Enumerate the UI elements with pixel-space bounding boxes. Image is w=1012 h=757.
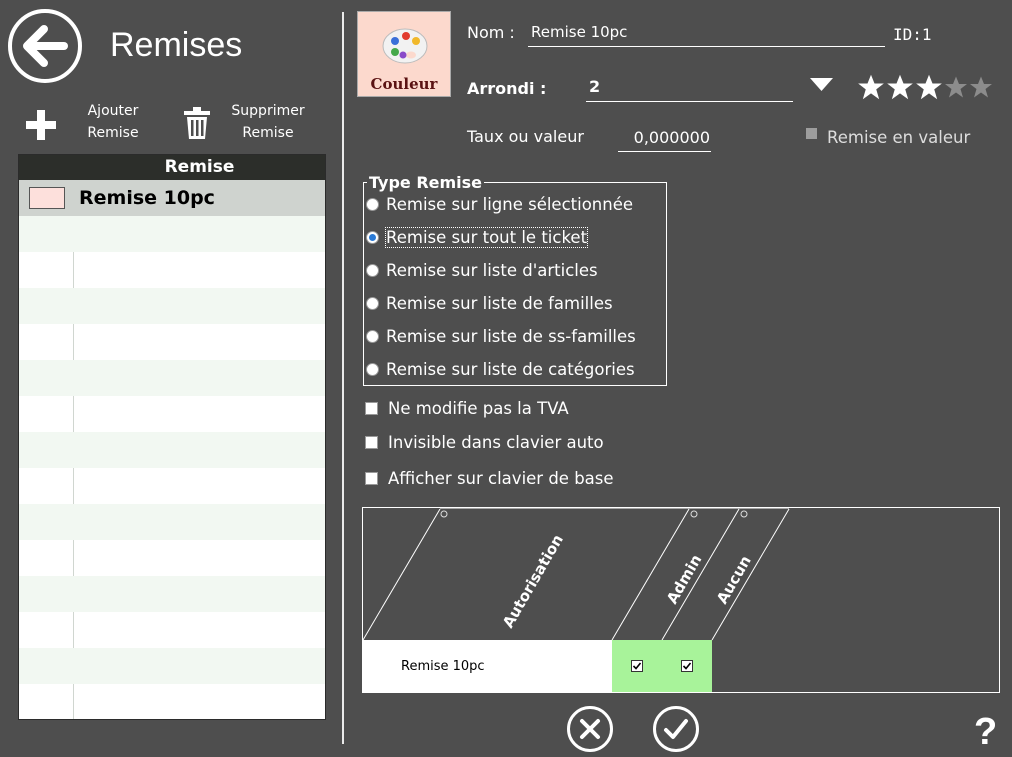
back-button[interactable]: [8, 9, 82, 83]
taux-field[interactable]: 0,000000: [618, 128, 711, 152]
empty-row: [19, 288, 325, 324]
afficher-checkbox[interactable]: [365, 472, 378, 485]
check-icon: [664, 719, 688, 739]
radio-button[interactable]: [366, 264, 379, 277]
empty-row: [19, 468, 325, 504]
radio-option[interactable]: Remise sur ligne sélectionnée: [366, 188, 636, 221]
radio-button[interactable]: [366, 198, 379, 211]
checkbox-checked-icon: [631, 660, 643, 672]
radio-button[interactable]: [366, 363, 379, 376]
delete-label-line1: Supprimer: [231, 103, 305, 119]
arrondi-label: Arrondi :: [467, 79, 547, 98]
empty-row: [19, 540, 325, 576]
id-label: ID:1: [893, 25, 932, 44]
tva-checkbox-row[interactable]: Ne modifie pas la TVA: [365, 399, 569, 418]
list-header: Remise: [19, 155, 325, 180]
taux-label: Taux ou valeur: [467, 127, 584, 146]
radio-label: Remise sur liste de ss-familles: [386, 327, 636, 346]
dropdown-arrow-icon[interactable]: [809, 77, 834, 92]
radio-option[interactable]: Remise sur liste d'articles: [366, 254, 636, 287]
radio-option[interactable]: Remise sur liste de familles: [366, 287, 636, 320]
invisible-label: Invisible dans clavier auto: [388, 433, 604, 452]
arrow-left-icon: [23, 25, 68, 67]
remise-list: Remise Remise 10pc: [18, 154, 326, 720]
ok-button[interactable]: [653, 706, 699, 752]
empty-row: [19, 324, 325, 360]
list-item-label: Remise 10pc: [79, 187, 215, 209]
radio-label: Remise sur tout le ticket: [384, 227, 589, 248]
empty-row: [19, 684, 325, 719]
empty-row: [19, 612, 325, 648]
tva-checkbox[interactable]: [365, 402, 378, 415]
name-field[interactable]: Remise 10pc: [528, 23, 885, 47]
radio-label: Remise sur liste d'articles: [386, 261, 598, 280]
add-label-line1: Ajouter: [87, 103, 139, 119]
radio-label: Remise sur ligne sélectionnée: [386, 195, 634, 214]
star-empty-icon[interactable]: [969, 73, 993, 101]
star-filled-icon[interactable]: [915, 73, 943, 101]
remise-valeur-checkbox[interactable]: [806, 128, 817, 139]
checkbox-checked-icon: [681, 660, 693, 672]
help-button[interactable]: ?: [974, 711, 997, 754]
radio-button[interactable]: [366, 231, 379, 244]
invisible-checkbox[interactable]: [365, 436, 378, 449]
empty-row: [19, 396, 325, 432]
star-empty-icon[interactable]: [944, 73, 968, 101]
radio-button[interactable]: [366, 330, 379, 343]
list-item[interactable]: Remise 10pc: [19, 180, 325, 216]
palette-icon: [382, 28, 428, 64]
radio-option[interactable]: Remise sur liste de catégories: [366, 353, 636, 386]
color-swatch: [29, 187, 65, 209]
empty-row: [19, 360, 325, 396]
arrondi-field[interactable]: 2: [586, 77, 793, 102]
add-remise-button[interactable]: Ajouter Remise: [22, 100, 152, 146]
cancel-icon: [580, 719, 600, 739]
radio-label: Remise sur liste de catégories: [386, 360, 635, 379]
grid-row-label: Remise 10pc: [362, 640, 612, 692]
type-remise-options: Remise sur ligne sélectionnée Remise sur …: [366, 188, 636, 386]
empty-row: [19, 576, 325, 612]
empty-row: [19, 504, 325, 540]
empty-row: [19, 252, 325, 288]
radio-option[interactable]: Remise sur tout le ticket: [366, 221, 636, 254]
color-button[interactable]: Couleur: [357, 11, 451, 97]
trash-icon: [184, 107, 210, 139]
tva-label: Ne modifie pas la TVA: [388, 399, 569, 418]
afficher-checkbox-row[interactable]: Afficher sur clavier de base: [365, 469, 614, 488]
afficher-label: Afficher sur clavier de base: [388, 469, 614, 488]
empty-row: [19, 216, 325, 252]
radio-button[interactable]: [366, 297, 379, 310]
star-filled-icon[interactable]: [857, 73, 885, 101]
cancel-button[interactable]: [567, 706, 613, 752]
empty-row: [19, 432, 325, 468]
radio-label: Remise sur liste de familles: [386, 294, 613, 313]
remise-valeur-label: Remise en valeur: [827, 128, 971, 147]
rating-stars[interactable]: [857, 73, 993, 101]
page-title: Remises: [110, 26, 243, 64]
plus-icon: [26, 110, 56, 140]
grid-cell-aucun[interactable]: [662, 640, 712, 692]
radio-option[interactable]: Remise sur liste de ss-familles: [366, 320, 636, 353]
delete-label-line2: Remise: [242, 125, 294, 141]
delete-remise-button[interactable]: Supprimer Remise: [180, 100, 315, 146]
add-label-line2: Remise: [87, 125, 139, 141]
empty-row: [19, 648, 325, 684]
color-button-label: Couleur: [370, 75, 438, 93]
name-label: Nom :: [467, 23, 515, 42]
star-filled-icon[interactable]: [886, 73, 914, 101]
invisible-checkbox-row[interactable]: Invisible dans clavier auto: [365, 433, 604, 452]
grid-cell-admin[interactable]: [612, 640, 662, 692]
panel-separator[interactable]: [342, 12, 344, 744]
